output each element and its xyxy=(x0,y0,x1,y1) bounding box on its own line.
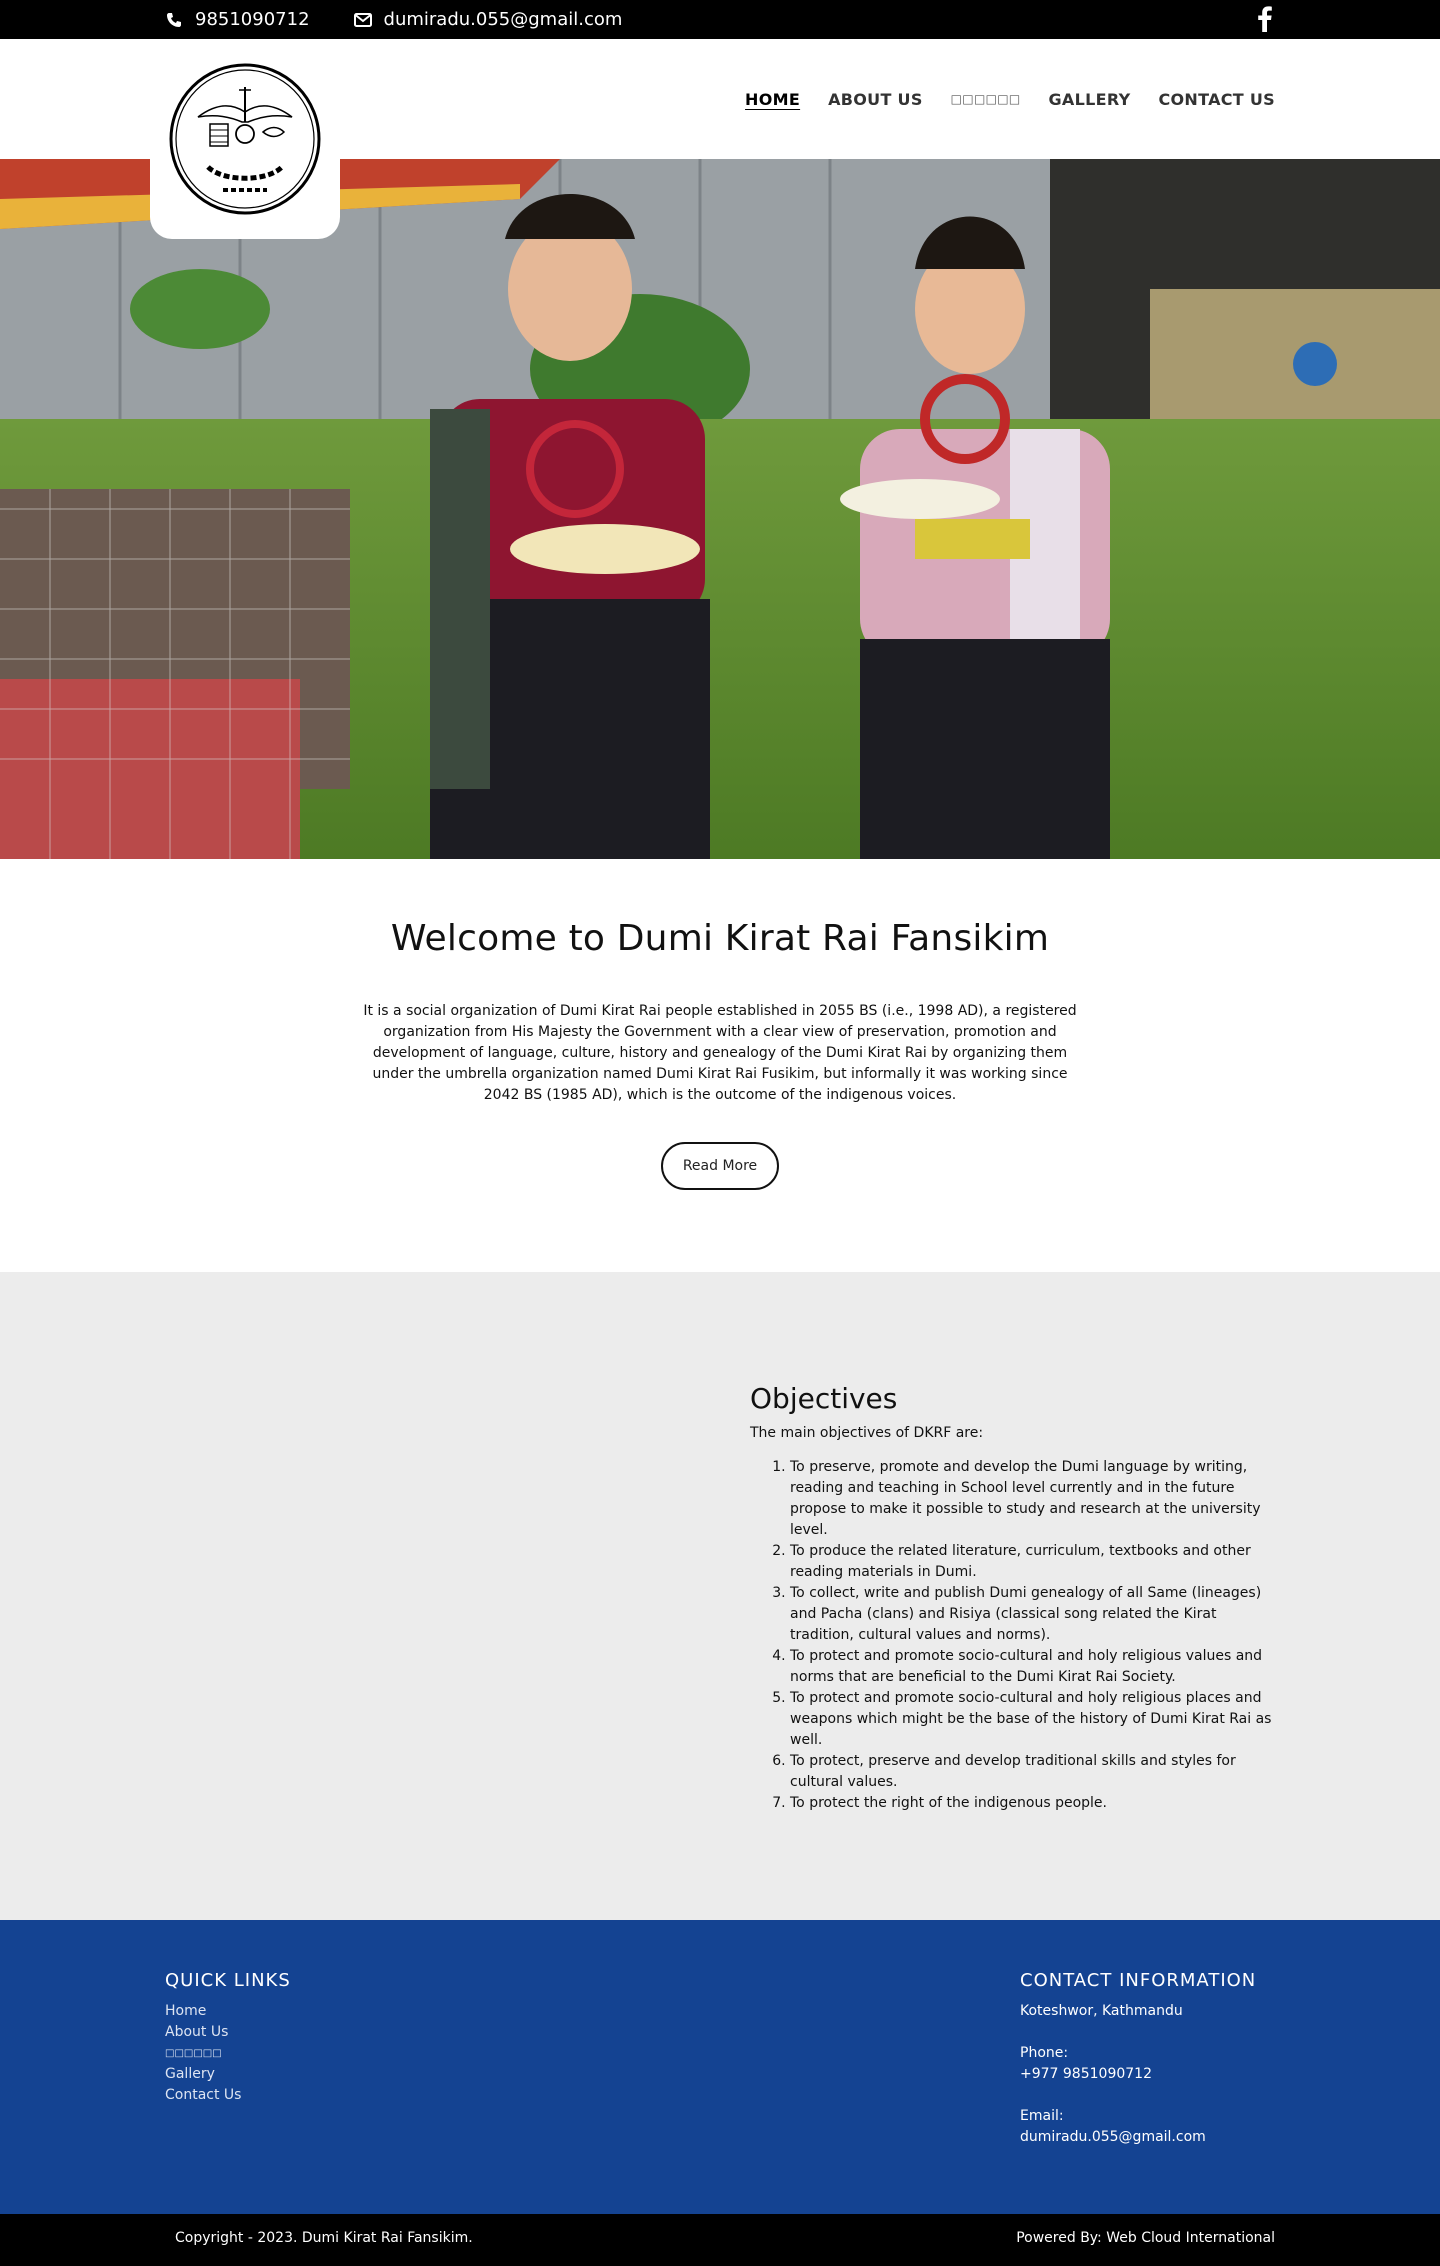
nav-gallery[interactable]: GALLERY xyxy=(1049,90,1131,109)
objective-item: To preserve, promote and develop the Dum… xyxy=(790,1457,1275,1541)
read-more-button[interactable]: Read More xyxy=(660,1142,780,1190)
main-nav: HOME ABOUT US □□□□□□ GALLERY CONTACT US xyxy=(717,39,1275,159)
nav-nepali[interactable]: □□□□□□ xyxy=(951,92,1021,106)
objective-item: To protect and promote socio-cultural an… xyxy=(790,1688,1275,1751)
nav-contact[interactable]: CONTACT US xyxy=(1158,90,1275,109)
footer-link-home[interactable]: Home xyxy=(165,2001,291,2022)
site-header: HOME ABOUT US □□□□□□ GALLERY CONTACT US xyxy=(0,39,1440,239)
powered-by-link[interactable]: Powered By: Web Cloud International xyxy=(1016,2230,1275,2246)
objective-item: To protect and promote socio-cultural an… xyxy=(790,1646,1275,1688)
objective-item: To collect, write and publish Dumi genea… xyxy=(790,1583,1275,1646)
welcome-description: It is a social organization of Dumi Kira… xyxy=(363,1003,1077,1103)
objectives-section: Objectives The main objectives of DKRF a… xyxy=(0,1272,1440,1920)
contact-information: CONTACT INFORMATION Koteshwor, Kathmandu… xyxy=(1020,1970,1256,2148)
footer-address: Koteshwor, Kathmandu xyxy=(1020,2003,1183,2019)
nav-home[interactable]: HOME xyxy=(745,90,800,109)
contact-info-title: CONTACT INFORMATION xyxy=(1020,1970,1257,1991)
footer-email-label: Email: xyxy=(1020,2108,1064,2124)
envelope-icon xyxy=(353,11,372,29)
footer-email[interactable]: dumiradu.055@gmail.com xyxy=(1020,2127,1256,2148)
logo-emblem xyxy=(169,63,321,215)
copyright-bar: Copyright - 2023. Dumi Kirat Rai Fansiki… xyxy=(0,2214,1440,2266)
objectives-title: Objectives xyxy=(750,1382,898,1415)
welcome-section: Welcome to Dumi Kirat Rai Fansikim It is… xyxy=(0,859,1440,1272)
phone-number[interactable]: 9851090712 xyxy=(195,9,310,30)
phone-contact[interactable]: 9851090712 xyxy=(165,9,310,30)
footer-link-gallery[interactable]: Gallery xyxy=(165,2064,291,2085)
footer-link-contact[interactable]: Contact Us xyxy=(165,2085,291,2106)
facebook-icon[interactable] xyxy=(1255,4,1275,34)
quick-links-title: QUICK LINKS xyxy=(165,1970,291,1991)
objectives-content: Objectives The main objectives of DKRF a… xyxy=(750,1382,1275,1814)
nav-about[interactable]: ABOUT US xyxy=(828,90,923,109)
footer-link-nepali[interactable]: □□□□□□ xyxy=(165,2043,291,2064)
objective-item: To protect the right of the indigenous p… xyxy=(790,1793,1275,1814)
quick-links: QUICK LINKS Home About Us □□□□□□ Gallery… xyxy=(165,1970,291,2106)
email-address[interactable]: dumiradu.055@gmail.com xyxy=(384,9,623,30)
phone-icon xyxy=(165,11,183,29)
footer-phone[interactable]: +977 9851090712 xyxy=(1020,2064,1256,2085)
email-contact[interactable]: dumiradu.055@gmail.com xyxy=(353,9,623,30)
objective-item: To protect, preserve and develop traditi… xyxy=(790,1751,1275,1793)
hero-banner-image xyxy=(0,159,1440,859)
welcome-title: Welcome to Dumi Kirat Rai Fansikim xyxy=(390,918,1050,959)
objectives-list: To preserve, promote and develop the Dum… xyxy=(750,1457,1275,1814)
site-footer: QUICK LINKS Home About Us □□□□□□ Gallery… xyxy=(0,1920,1440,2214)
copyright-text: Copyright - 2023. Dumi Kirat Rai Fansiki… xyxy=(175,2230,473,2246)
objectives-intro: The main objectives of DKRF are: xyxy=(750,1425,984,1441)
objective-item: To produce the related literature, curri… xyxy=(790,1541,1275,1583)
top-bar: 9851090712 dumiradu.055@gmail.com xyxy=(0,0,1440,39)
footer-phone-label: Phone: xyxy=(1020,2045,1069,2061)
footer-link-about[interactable]: About Us xyxy=(165,2022,291,2043)
logo[interactable] xyxy=(150,39,340,239)
